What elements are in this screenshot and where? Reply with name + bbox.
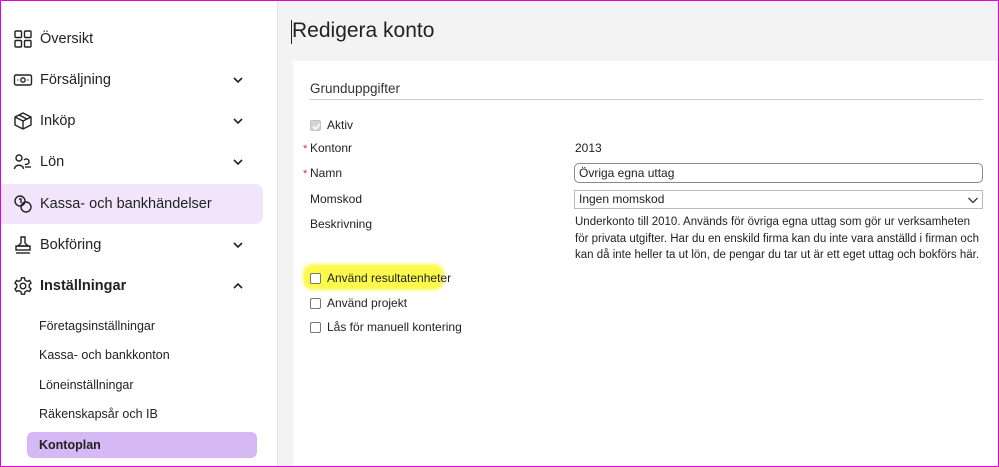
sidebar-item-label: Översikt	[40, 31, 94, 47]
required-marker: *	[303, 168, 308, 180]
subnav-loneinstallningar[interactable]: Löneinställningar	[27, 372, 257, 398]
page-title: Redigera konto	[292, 19, 435, 42]
sidebar-item-bokforing[interactable]: Bokföring	[1, 225, 263, 265]
chevron-down-icon	[233, 77, 243, 84]
section-divider	[310, 99, 983, 100]
chevron-down-icon	[233, 118, 243, 125]
aktiv-checkbox[interactable]	[310, 120, 321, 131]
coins-icon	[14, 195, 32, 213]
sidebar-item-oversikt[interactable]: Översikt	[1, 19, 263, 59]
sidebar-item-installningar[interactable]: Inställningar	[1, 266, 263, 306]
checkmark-icon	[312, 123, 321, 131]
subnav-kassa-bankkonton[interactable]: Kassa- och bankkonton	[27, 342, 257, 368]
anvand-resultatenheter-checkbox[interactable]	[310, 273, 321, 284]
subnav-rakenskapsar-ib[interactable]: Räkenskapsår och IB	[27, 401, 257, 427]
sidebar-item-forsaljning[interactable]: Försäljning	[1, 60, 263, 100]
namn-input[interactable]	[574, 163, 983, 183]
anvand-resultatenheter-label: Använd resultatenheter	[327, 271, 452, 285]
sidebar-item-label: Försäljning	[40, 72, 111, 88]
chevron-down-icon	[968, 197, 978, 204]
stamp-icon	[15, 236, 31, 254]
chevron-down-icon	[233, 242, 243, 249]
chevron-up-icon	[233, 282, 243, 289]
anvand-projekt-label: Använd projekt	[327, 296, 408, 310]
subnav-label: Kontoplan	[39, 438, 101, 452]
grid-icon	[14, 30, 32, 48]
section-title: Grunduppgifter	[310, 81, 401, 96]
beskrivning-label: Beskrivning	[310, 217, 373, 231]
subnav-label: Kassa- och bankkonton	[39, 348, 170, 362]
sidebar-item-label: Bokföring	[40, 237, 102, 253]
sidebar-item-label: Inställningar	[40, 278, 127, 294]
kontonr-value: 2013	[575, 141, 602, 155]
sidebar-item-label: Inköp	[40, 113, 76, 129]
kontonr-label: Kontonr	[310, 141, 353, 155]
namn-label: Namn	[310, 166, 343, 180]
sidebar-item-inkop[interactable]: Inköp	[1, 101, 263, 141]
aktiv-label: Aktiv	[327, 118, 354, 132]
box-icon	[14, 112, 32, 130]
sidebar-item-kassa-bankhandelser[interactable]: Kassa- och bankhändelser	[1, 184, 263, 224]
momskod-label: Momskod	[310, 192, 363, 206]
sidebar-item-label: Kassa- och bankhändelser	[40, 196, 212, 212]
subnav-foretagsinstallningar[interactable]: Företagsinställningar	[27, 313, 257, 339]
las-manuell-kontering-label: Lås för manuell kontering	[327, 320, 462, 334]
subnav-kontoplan[interactable]: Kontoplan	[27, 432, 257, 458]
beskrivning-text: Underkonto till 2010. Används för övriga…	[575, 216, 980, 261]
anvand-projekt-checkbox[interactable]	[310, 298, 321, 309]
momskod-selected-value: Ingen momskod	[579, 192, 665, 206]
las-manuell-kontering-checkbox[interactable]	[310, 322, 321, 333]
users-icon	[13, 154, 31, 170]
momskod-select[interactable]: Ingen momskod	[574, 190, 983, 209]
gear-icon	[14, 277, 32, 295]
required-marker: *	[303, 143, 308, 155]
sidebar: Översikt Försäljning Inköp Lön Kassa- oc…	[1, 1, 278, 466]
cash-icon	[13, 74, 33, 86]
subnav-label: Löneinställningar	[39, 378, 134, 392]
chevron-down-icon	[233, 159, 243, 166]
sidebar-item-lon[interactable]: Lön	[1, 142, 263, 182]
sidebar-item-label: Lön	[40, 154, 65, 170]
subnav-label: Företagsinställningar	[39, 319, 156, 333]
subnav-label: Räkenskapsår och IB	[39, 407, 158, 421]
